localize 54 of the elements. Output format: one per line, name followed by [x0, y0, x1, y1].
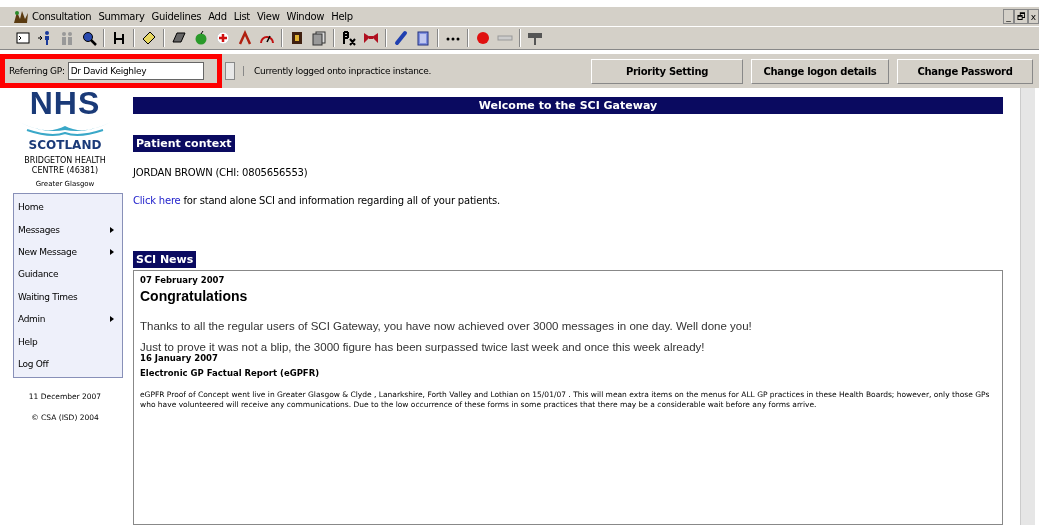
action-button[interactable]: Change Password — [897, 58, 1033, 84]
clipboard-icon[interactable] — [415, 30, 431, 46]
section-heading: SCI News — [133, 251, 197, 268]
menu-item[interactable]: Guidelines — [151, 11, 202, 22]
menu-item[interactable]: List — [233, 11, 250, 22]
first-aid-icon[interactable] — [215, 30, 231, 46]
patient-name: JORDAN BROWN (CHI: 0805656553) — [133, 167, 309, 178]
nav-item[interactable]: Help — [14, 330, 122, 353]
menu-item[interactable]: Window — [286, 11, 325, 22]
nav-item[interactable]: Home — [14, 196, 122, 219]
menu-item[interactable]: Summary — [98, 11, 145, 22]
news-text: Just to prove it was not a blip, the 3000 figure has been surpassed twice last week and once this week already! — [140, 341, 706, 353]
logo-text: SCOTLAND — [28, 138, 102, 152]
gp-input-field[interactable]: Dr David Keighley — [67, 62, 204, 80]
bowtie-icon[interactable] — [363, 30, 379, 46]
news-text: Thanks to all the regular users of SCI Gateway, you have now achieved over 3000 messages in one day. Well done you! — [140, 320, 753, 332]
menu-item[interactable]: Add — [208, 11, 227, 22]
info-text: Click here for stand alone SCI and information regarding all of your patients. — [133, 195, 501, 206]
app-logo-icon — [13, 9, 29, 24]
news-date: 16 January 2007 — [140, 353, 219, 363]
terminal-icon[interactable] — [15, 30, 31, 46]
page-title: Welcome to the SCI Gateway — [133, 97, 1003, 114]
book-icon[interactable] — [171, 30, 187, 46]
prescription-icon[interactable] — [341, 30, 357, 46]
news-date: 07 February 2007 — [140, 275, 226, 285]
scrollbar[interactable] — [1020, 88, 1035, 525]
sign-icon[interactable] — [527, 30, 543, 46]
nav-item[interactable]: Messages — [14, 218, 122, 241]
nav-item[interactable]: New Message — [14, 240, 122, 264]
nav-item[interactable]: Admin — [14, 307, 122, 331]
minimize-button[interactable]: _ — [1003, 9, 1014, 24]
menu-item[interactable]: Help — [331, 11, 353, 22]
logo-text: NHS — [29, 88, 101, 118]
capsule-icon[interactable] — [393, 30, 409, 46]
dropdown-button[interactable] — [225, 62, 235, 80]
nav-item[interactable]: Waiting Times — [14, 285, 122, 308]
record-icon[interactable] — [475, 30, 491, 46]
action-button[interactable]: Priority Setting — [591, 58, 743, 84]
nav-item[interactable]: Log Off — [14, 352, 122, 376]
documents-icon[interactable] — [311, 30, 327, 46]
news-title: Electronic GP Factual Report (eGPFR) — [140, 368, 321, 378]
magnifier-icon[interactable] — [81, 30, 97, 46]
news-title: Congratulations — [140, 288, 249, 304]
menu-item[interactable]: View — [257, 11, 280, 22]
section-heading: Patient context — [133, 135, 235, 152]
menu-item[interactable]: Consultation — [32, 11, 92, 22]
link[interactable]: Click here — [133, 195, 181, 206]
status-text: Currently logged onto inpractice instance. — [243, 66, 431, 76]
action-button[interactable]: Change logon details — [751, 58, 889, 84]
tag-icon[interactable] — [141, 30, 157, 46]
folder-icon[interactable] — [289, 30, 305, 46]
practice-name: BRIDGETON HEALTH CENTRE (46381) — [23, 156, 107, 176]
nav-item[interactable]: Guidance — [14, 263, 122, 286]
field-label: Referring GP: — [9, 66, 65, 76]
